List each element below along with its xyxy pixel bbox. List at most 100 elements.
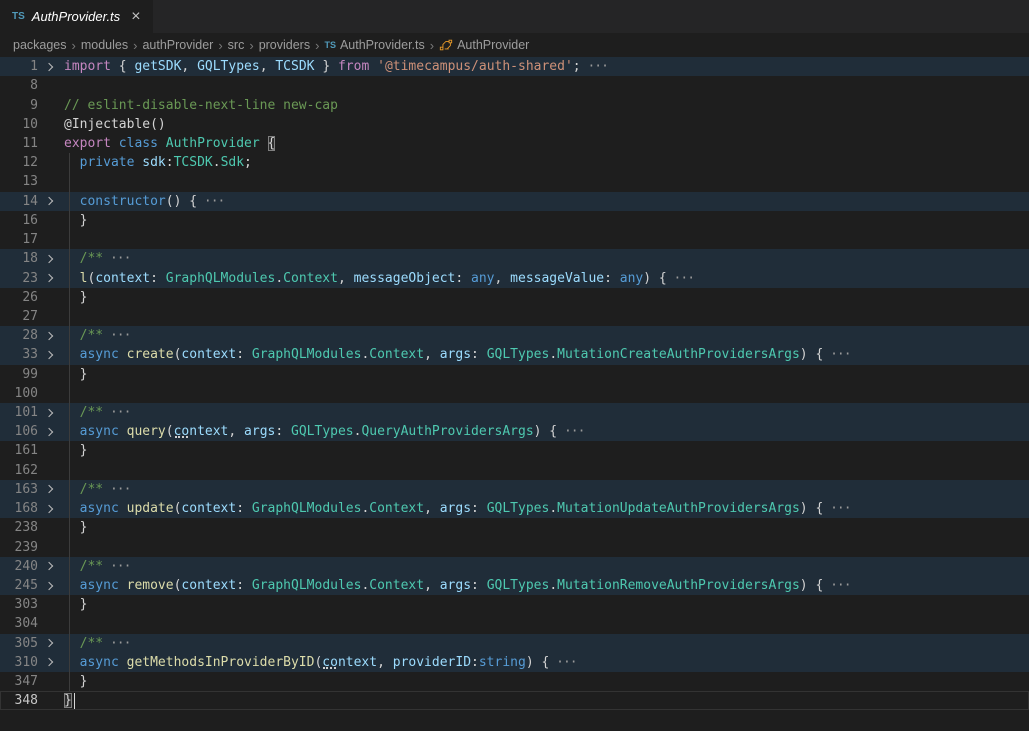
folded-code-ellipsis[interactable]: ··· (823, 501, 850, 516)
line-number[interactable]: 348 (0, 693, 38, 708)
line-number[interactable]: 10 (0, 117, 38, 132)
chevron-right-icon[interactable] (45, 562, 53, 570)
fold-gutter[interactable] (38, 64, 64, 70)
line-number[interactable]: 18 (0, 251, 38, 266)
chevron-right-icon[interactable] (45, 408, 53, 416)
code-line[interactable]: 305 /** ··· (0, 634, 1029, 653)
line-number[interactable]: 163 (0, 482, 38, 497)
code-line[interactable]: 101 /** ··· (0, 403, 1029, 422)
code-line[interactable]: 348} (0, 691, 1029, 710)
folded-code-ellipsis[interactable]: ··· (103, 482, 130, 497)
code-line[interactable]: 168 async update(context: GraphQLModules… (0, 499, 1029, 518)
chevron-right-icon[interactable] (45, 274, 53, 282)
code-line[interactable]: 238 } (0, 518, 1029, 537)
code-line[interactable]: 11export class AuthProvider { (0, 134, 1029, 153)
folded-code-ellipsis[interactable]: ··· (103, 328, 130, 343)
chevron-right-icon[interactable] (45, 197, 53, 205)
line-number[interactable]: 100 (0, 386, 38, 401)
line-number[interactable]: 305 (0, 636, 38, 651)
fold-gutter[interactable] (38, 410, 64, 416)
code-line[interactable]: 303 } (0, 595, 1029, 614)
chevron-right-icon[interactable] (45, 639, 53, 647)
line-number[interactable]: 162 (0, 463, 38, 478)
code-line[interactable]: 12 private sdk:TCSDK.Sdk; (0, 153, 1029, 172)
code-line[interactable]: 28 /** ··· (0, 326, 1029, 345)
chevron-right-icon[interactable] (45, 485, 53, 493)
code-line[interactable]: 10@Injectable() (0, 115, 1029, 134)
folded-code-ellipsis[interactable]: ··· (197, 194, 224, 209)
chevron-right-icon[interactable] (45, 351, 53, 359)
line-number[interactable]: 33 (0, 347, 38, 362)
line-number[interactable]: 303 (0, 597, 38, 612)
code-line[interactable]: 13 (0, 172, 1029, 191)
line-number[interactable]: 310 (0, 655, 38, 670)
line-number[interactable]: 27 (0, 309, 38, 324)
line-number[interactable]: 168 (0, 501, 38, 516)
chevron-right-icon[interactable] (45, 428, 53, 436)
line-number[interactable]: 12 (0, 155, 38, 170)
breadcrumb-item-authprovider[interactable]: AuthProvider (439, 38, 529, 52)
chevron-right-icon[interactable] (45, 62, 53, 70)
code-line[interactable]: 347 } (0, 672, 1029, 691)
line-number[interactable]: 106 (0, 424, 38, 439)
code-line[interactable]: 106 async query(context, args: GQLTypes.… (0, 422, 1029, 441)
code-line[interactable]: 14 constructor() { ··· (0, 192, 1029, 211)
fold-gutter[interactable] (38, 275, 64, 281)
code-line[interactable]: 239 (0, 537, 1029, 556)
folded-code-ellipsis[interactable]: ··· (103, 636, 130, 651)
fold-gutter[interactable] (38, 256, 64, 262)
code-line[interactable]: 17 (0, 230, 1029, 249)
chevron-right-icon[interactable] (45, 331, 53, 339)
fold-gutter[interactable] (38, 640, 64, 646)
line-number[interactable]: 304 (0, 616, 38, 631)
folded-code-ellipsis[interactable]: ··· (823, 347, 850, 362)
editor[interactable]: 1import { getSDK, GQLTypes, TCSDK } from… (0, 57, 1029, 731)
folded-code-ellipsis[interactable]: ··· (549, 655, 576, 670)
fold-gutter[interactable] (38, 333, 64, 339)
line-number[interactable]: 99 (0, 367, 38, 382)
code-line[interactable]: 1import { getSDK, GQLTypes, TCSDK } from… (0, 57, 1029, 76)
folded-code-ellipsis[interactable]: ··· (103, 559, 130, 574)
folded-code-ellipsis[interactable]: ··· (557, 424, 584, 439)
fold-gutter[interactable] (38, 352, 64, 358)
code-line[interactable]: 26 } (0, 288, 1029, 307)
code-line[interactable]: 9// eslint-disable-next-line new-cap (0, 95, 1029, 114)
line-number[interactable]: 28 (0, 328, 38, 343)
tab-authprovider[interactable]: TS AuthProvider.ts × (0, 0, 153, 33)
fold-gutter[interactable] (38, 563, 64, 569)
code-line[interactable]: 16 } (0, 211, 1029, 230)
breadcrumb-item-packages[interactable]: packages (13, 38, 67, 52)
line-number[interactable]: 161 (0, 443, 38, 458)
fold-gutter[interactable] (38, 506, 64, 512)
folded-code-ellipsis[interactable]: ··· (667, 271, 694, 286)
line-number[interactable]: 9 (0, 98, 38, 113)
line-number[interactable]: 14 (0, 194, 38, 209)
folded-code-ellipsis[interactable]: ··· (103, 405, 130, 420)
chevron-right-icon[interactable] (45, 581, 53, 589)
code-line[interactable]: 163 /** ··· (0, 480, 1029, 499)
folded-code-ellipsis[interactable]: ··· (823, 578, 850, 593)
code-line[interactable]: 8 (0, 76, 1029, 95)
code-line[interactable]: 245 async remove(context: GraphQLModules… (0, 576, 1029, 595)
code-line[interactable]: 240 /** ··· (0, 557, 1029, 576)
folded-code-ellipsis[interactable]: ··· (103, 251, 130, 266)
line-number[interactable]: 347 (0, 674, 38, 689)
line-number[interactable]: 239 (0, 540, 38, 555)
close-icon[interactable]: × (131, 9, 140, 25)
line-number[interactable]: 8 (0, 78, 38, 93)
breadcrumb-item-authprovider-ts[interactable]: TSAuthProvider.ts (324, 38, 424, 52)
code-line[interactable]: 99 } (0, 365, 1029, 384)
code-line[interactable]: 310 async getMethodsInProviderByID(conte… (0, 653, 1029, 672)
line-number[interactable]: 1 (0, 59, 38, 74)
fold-gutter[interactable] (38, 583, 64, 589)
code-line[interactable]: 304 (0, 614, 1029, 633)
code-line[interactable]: 23 l(context: GraphQLModules.Context, me… (0, 268, 1029, 287)
line-number[interactable]: 240 (0, 559, 38, 574)
breadcrumb-item-authprovider[interactable]: authProvider (142, 38, 213, 52)
line-number[interactable]: 101 (0, 405, 38, 420)
line-number[interactable]: 245 (0, 578, 38, 593)
breadcrumb-item-modules[interactable]: modules (81, 38, 128, 52)
chevron-right-icon[interactable] (45, 658, 53, 666)
fold-gutter[interactable] (38, 486, 64, 492)
chevron-right-icon[interactable] (45, 255, 53, 263)
